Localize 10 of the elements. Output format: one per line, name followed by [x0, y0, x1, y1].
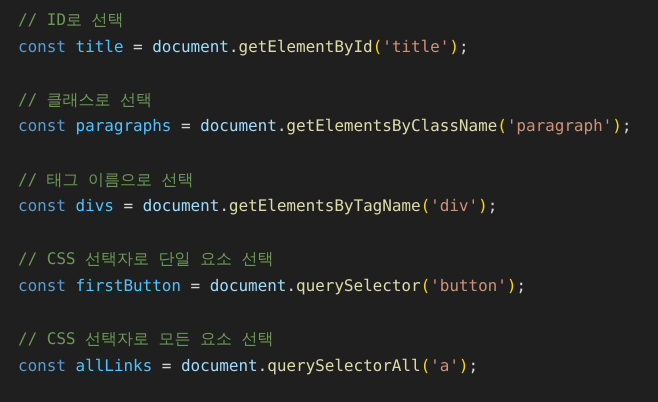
code-comment: // ID로 선택	[18, 9, 124, 31]
code-comment: // CSS 선택자로 모든 요소 선택	[18, 328, 274, 350]
code-line: const allLinks = document.querySelectorAll('a');	[18, 354, 478, 377]
code-line: const firstButton = document.querySelector('button');	[18, 274, 526, 297]
code-line: const title = document.getElementById('title');	[18, 36, 469, 58]
code-comment: // CSS 선택자로 단일 요소 선택	[18, 248, 274, 270]
code-comment: // 클래스로 선택	[18, 88, 152, 111]
code-comment: // 태그 이름으로 선택	[18, 168, 194, 191]
code-line: const divs = document.getElementsByTagName('div');	[18, 195, 498, 218]
code-line: const paragraphs = document.getElementsByClassName('paragraph');	[18, 115, 632, 138]
